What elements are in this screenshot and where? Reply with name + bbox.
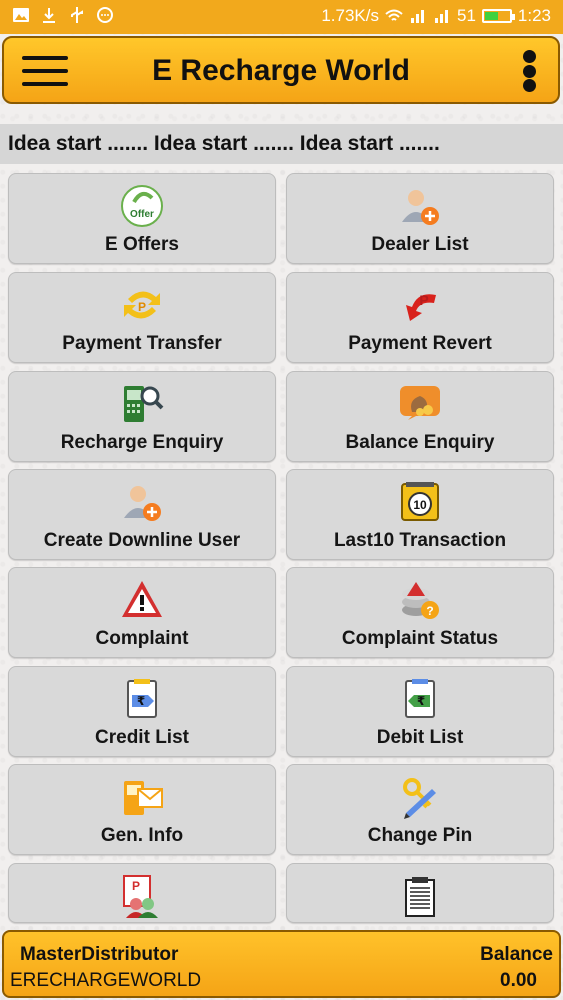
- tile-payment-revert[interactable]: P Payment Revert: [286, 272, 554, 363]
- user-role: MasterDistributor: [20, 944, 179, 965]
- credit-list-icon: ₹: [127, 679, 157, 718]
- username: ERECHARGEWORLD: [10, 970, 202, 991]
- last10-icon: 10: [401, 482, 439, 521]
- download-icon: [43, 8, 55, 23]
- warning-icon: [122, 581, 162, 617]
- overflow-menu-icon[interactable]: [522, 50, 536, 92]
- tile-dealer-list[interactable]: Dealer List: [286, 173, 554, 264]
- tile-create-downline-user[interactable]: Create Downline User: [8, 469, 276, 560]
- recharge-enquiry-icon: [124, 386, 164, 422]
- tile-label: Balance Enquiry: [345, 432, 495, 453]
- tile-label: Gen. Info: [100, 825, 184, 846]
- tile-label: Complaint Status: [341, 628, 499, 649]
- user-add-icon: [124, 486, 161, 521]
- marquee-banner: Idea start ....... Idea start ....... Id…: [0, 124, 563, 164]
- image-icon: [13, 8, 29, 22]
- tile-credit-list[interactable]: ₹ Credit List: [8, 666, 276, 757]
- tile-label: Create Downline User: [43, 530, 241, 551]
- tile-label: Complaint: [95, 628, 189, 649]
- tile-document-list[interactable]: [286, 863, 554, 923]
- signal-icon: [410, 10, 424, 23]
- svg-text:₹: ₹: [417, 694, 425, 708]
- status-bar: 1.73K/s 51 1:23: [0, 0, 563, 34]
- svg-text:?: ?: [426, 604, 433, 618]
- tile-label: Recharge Enquiry: [60, 432, 224, 453]
- payment-transfer-icon: P: [124, 291, 160, 319]
- svg-text:P: P: [419, 292, 428, 308]
- account-footer: MasterDistributor ERECHARGEWORLD Balance…: [2, 930, 561, 998]
- battery-icon: [481, 9, 515, 23]
- tile-balance-enquiry[interactable]: Balance Enquiry: [286, 371, 554, 462]
- balance-value: 0.00: [500, 970, 537, 991]
- tile-label: Change Pin: [367, 825, 473, 846]
- tile-label: Payment Transfer: [62, 333, 222, 354]
- usb-icon: [71, 7, 83, 23]
- gen-info-icon: [124, 781, 163, 815]
- document-list-icon: [405, 877, 435, 917]
- tile-label: Debit List: [376, 727, 464, 748]
- settings-icon: [97, 7, 113, 23]
- status-right: 1.73K/s 51 1:23: [321, 6, 551, 26]
- svg-text:10: 10: [413, 498, 427, 512]
- svg-text:Offer: Offer: [130, 209, 154, 220]
- payment-revert-icon: P: [406, 292, 436, 321]
- network-speed: 1.73K/s: [321, 6, 379, 25]
- svg-text:P: P: [132, 879, 140, 893]
- tile-label: Credit List: [95, 727, 189, 748]
- money-bag-icon: [400, 386, 440, 420]
- tile-recharge-enquiry[interactable]: Recharge Enquiry: [8, 371, 276, 462]
- tile-payment-transfer[interactable]: P Payment Transfer: [8, 272, 276, 363]
- tile-complaint[interactable]: Complaint: [8, 567, 276, 658]
- offer-icon: Offer: [121, 185, 163, 227]
- tile-debit-list[interactable]: ₹ Debit List: [286, 666, 554, 757]
- app-bar: E Recharge World: [2, 36, 560, 104]
- tile-e-offers[interactable]: Offer E Offers: [8, 173, 276, 264]
- balance-label: Balance: [480, 944, 553, 965]
- wifi-icon: [385, 9, 403, 21]
- svg-text:₹: ₹: [137, 694, 145, 708]
- tile-complaint-status[interactable]: ? Complaint Status: [286, 567, 554, 658]
- tile-change-pin[interactable]: Change Pin: [286, 764, 554, 855]
- tile-label: Dealer List: [371, 234, 469, 255]
- tile-gen-info[interactable]: Gen. Info: [8, 764, 276, 855]
- complaint-status-icon: ?: [402, 582, 439, 619]
- tile-user-report[interactable]: P: [8, 863, 276, 923]
- tile-label: Payment Revert: [348, 333, 492, 354]
- key-pencil-icon: [403, 778, 436, 819]
- battery-level: 51: [456, 6, 476, 25]
- signal-icon: [434, 10, 448, 23]
- tile-last10-transaction[interactable]: 10 Last10 Transaction: [286, 469, 554, 560]
- tile-label: Last10 Transaction: [333, 530, 507, 551]
- status-left-icons: [12, 6, 114, 24]
- users-report-icon: P: [123, 875, 158, 918]
- tile-label: E Offers: [105, 234, 179, 255]
- app-title: E Recharge World: [152, 54, 410, 87]
- debit-list-icon: ₹: [405, 679, 435, 718]
- user-add-icon: [402, 190, 439, 225]
- clock: 1:23: [517, 6, 551, 25]
- svg-text:P: P: [138, 300, 146, 314]
